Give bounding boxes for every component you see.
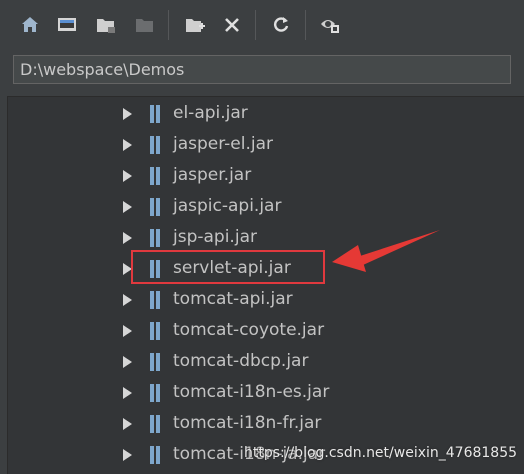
tree-item-label: jsp-api.jar — [173, 227, 257, 247]
tree-row[interactable]: jasper.jar — [8, 161, 524, 192]
tree-item-label: el-api.jar — [173, 103, 248, 123]
delete-icon[interactable] — [219, 12, 245, 38]
tree-item-label: jaspic-api.jar — [173, 196, 282, 216]
tree-row[interactable]: jasper-el.jar — [8, 130, 524, 161]
jar-icon — [150, 353, 160, 371]
jar-icon — [150, 105, 160, 123]
expand-arrow-icon[interactable] — [123, 139, 132, 151]
tree-row[interactable]: el-api.jar — [8, 99, 524, 130]
tree-item-label: jasper-el.jar — [173, 134, 273, 154]
jar-icon — [150, 167, 160, 185]
tree-row[interactable]: tomcat-api.jar — [8, 285, 524, 316]
show-hidden-icon[interactable] — [317, 12, 343, 38]
tree-item-label: tomcat-i18n-es.jar — [173, 382, 330, 402]
expand-arrow-icon[interactable] — [123, 108, 132, 120]
refresh-icon[interactable] — [268, 12, 294, 38]
tree-row[interactable]: jaspic-api.jar — [8, 192, 524, 223]
path-input[interactable]: D:\webspace\Demos — [13, 55, 511, 84]
tree-item-label: tomcat-i18n-fr.jar — [173, 413, 322, 433]
home-icon[interactable] — [17, 12, 43, 38]
toolbar — [0, 0, 524, 52]
new-folder-icon[interactable] — [182, 12, 208, 38]
expand-arrow-icon[interactable] — [123, 232, 132, 244]
annotation-arrow-icon — [332, 230, 440, 272]
file-tree: el-api.jar jasper-el.jar jasper.jar jasp… — [7, 96, 524, 474]
tree-row[interactable]: tomcat-i18n-es.jar — [8, 378, 524, 409]
tree-row[interactable]: tomcat-coyote.jar — [8, 316, 524, 347]
jar-icon — [150, 229, 160, 247]
expand-arrow-icon[interactable] — [123, 170, 132, 182]
jar-icon — [150, 446, 160, 464]
expand-arrow-icon[interactable] — [123, 294, 132, 306]
toolbar-separator — [255, 10, 256, 40]
tree-item-label: tomcat-api.jar — [173, 289, 293, 309]
toolbar-separator — [305, 10, 306, 40]
folder-disabled-icon[interactable] — [132, 12, 158, 38]
expand-arrow-icon[interactable] — [123, 387, 132, 399]
jar-icon — [150, 136, 160, 154]
jar-icon — [150, 198, 160, 216]
expand-arrow-icon[interactable] — [123, 201, 132, 213]
watermark: https://blog.csdn.net/weixin_47681855 — [244, 445, 518, 461]
jar-icon — [150, 322, 160, 340]
expand-arrow-icon[interactable] — [123, 418, 132, 430]
jar-icon — [150, 291, 160, 309]
tree-row[interactable]: tomcat-i18n-fr.jar — [8, 409, 524, 440]
toolbar-separator — [168, 10, 169, 40]
tree-row[interactable]: tomcat-dbcp.jar — [8, 347, 524, 378]
expand-arrow-icon[interactable] — [123, 449, 132, 461]
tree-item-label: tomcat-coyote.jar — [173, 320, 325, 340]
jar-icon — [150, 415, 160, 433]
tree-item-label: tomcat-dbcp.jar — [173, 351, 309, 371]
expand-arrow-icon[interactable] — [123, 325, 132, 337]
folder-icon[interactable] — [93, 12, 119, 38]
expand-arrow-icon[interactable] — [123, 356, 132, 368]
tree-item-label: jasper.jar — [173, 165, 252, 185]
highlight-box — [131, 250, 325, 284]
jar-icon — [150, 384, 160, 402]
desktop-icon[interactable] — [54, 12, 80, 38]
